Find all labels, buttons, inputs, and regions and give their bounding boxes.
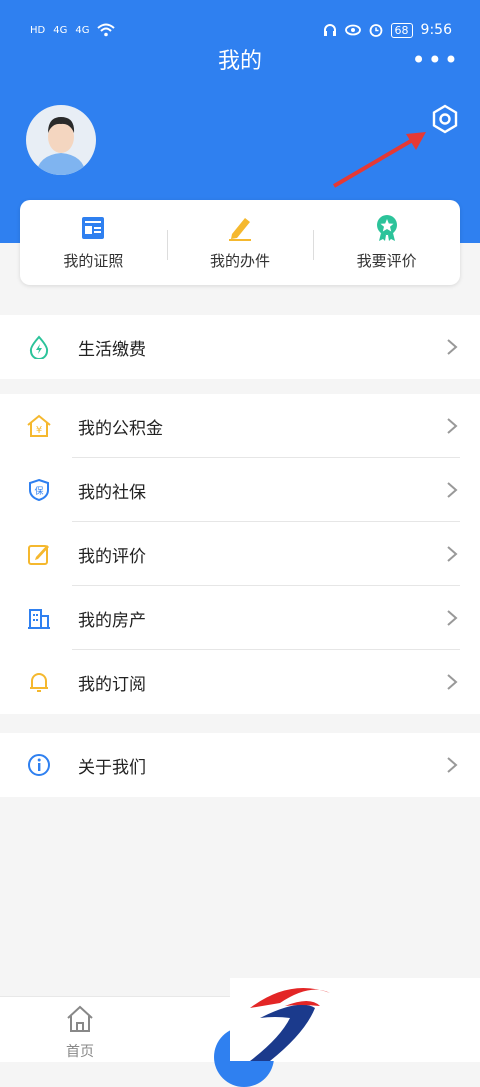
home-icon	[67, 1005, 93, 1032]
signal-tag-1: 4G	[53, 24, 68, 36]
chevron-right-icon	[447, 610, 458, 626]
menu-item-social-security[interactable]: 保 我的社保	[0, 458, 480, 522]
menu-item-label: 生活缴费	[78, 339, 146, 360]
bell-icon	[26, 669, 52, 695]
status-right: 68 9:56	[323, 22, 452, 38]
gear-icon[interactable]	[430, 104, 460, 134]
eye-icon	[344, 24, 361, 36]
annotation-arrow-icon	[332, 132, 426, 188]
svg-text:保: 保	[34, 485, 43, 497]
shield-bao-icon: 保	[26, 477, 52, 503]
badge-star-icon	[376, 215, 397, 241]
house-yen-icon: ¥	[26, 413, 52, 439]
chevron-right-icon	[447, 418, 458, 434]
menu-item-subscriptions[interactable]: 我的订阅	[0, 650, 480, 714]
quick-action-label: 我要评价	[356, 252, 417, 270]
watermark-logo	[230, 978, 480, 1061]
quick-action-cases[interactable]: 我的办件	[166, 200, 314, 285]
menu-group-personal: ¥ 我的公积金 保 我的社保 我的评价 我的房产 我的订阅	[0, 394, 480, 714]
menu-item-label: 我的公积金	[78, 418, 163, 439]
signal-tag-2: 4G	[75, 24, 90, 36]
avatar[interactable]	[26, 105, 96, 175]
alarm-icon	[369, 24, 382, 37]
info-icon	[26, 752, 52, 778]
page-title: 我的	[217, 49, 262, 74]
quick-action-certificates[interactable]: 我的证照	[20, 200, 167, 285]
tab-home-label: 首页	[66, 1044, 94, 1060]
headphone-icon	[323, 24, 336, 36]
chevron-right-icon	[447, 674, 458, 690]
chevron-right-icon	[447, 546, 458, 562]
menu-item-property[interactable]: 我的房产	[0, 586, 480, 650]
quick-action-review[interactable]: 我要评价	[313, 200, 460, 285]
building-icon	[26, 605, 52, 631]
menu-item-label: 我的订阅	[78, 674, 146, 695]
menu-item-about-us[interactable]: 关于我们	[0, 733, 480, 797]
more-dots-icon[interactable]: •••	[412, 48, 460, 72]
id-card-icon	[82, 217, 105, 239]
water-drop-icon	[26, 334, 52, 360]
hd-tag: HD	[30, 24, 46, 36]
menu-item-housing-fund[interactable]: ¥ 我的公积金	[0, 394, 480, 458]
menu-item-label: 我的社保	[78, 482, 146, 503]
svg-text:¥: ¥	[36, 425, 42, 436]
menu-group-payments: 生活缴费	[0, 315, 480, 379]
quick-actions-card: 我的证照 我的办件 我要评价	[20, 200, 460, 285]
wifi-icon	[97, 23, 116, 37]
menu-item-my-reviews[interactable]: 我的评价	[0, 522, 480, 586]
status-bar: HD 4G 4G 68 9:56	[30, 16, 452, 44]
status-left: HD 4G 4G	[30, 23, 116, 37]
chevron-right-icon	[447, 339, 458, 355]
quick-action-label: 我的办件	[210, 252, 271, 270]
quick-action-label: 我的证照	[63, 252, 124, 270]
pencil-icon	[229, 218, 251, 241]
menu-item-label: 我的评价	[78, 546, 146, 567]
edit-icon	[26, 541, 52, 567]
chevron-right-icon	[447, 482, 458, 498]
chevron-right-icon	[447, 757, 458, 773]
tab-home[interactable]: 首页	[58, 1003, 102, 1061]
menu-item-label: 我的房产	[78, 610, 146, 631]
menu-item-life-payment[interactable]: 生活缴费	[0, 315, 480, 379]
menu-item-label: 关于我们	[78, 757, 146, 778]
menu-group-about: 关于我们	[0, 733, 480, 797]
clock: 9:56	[420, 22, 452, 38]
battery-indicator: 68	[390, 22, 413, 38]
